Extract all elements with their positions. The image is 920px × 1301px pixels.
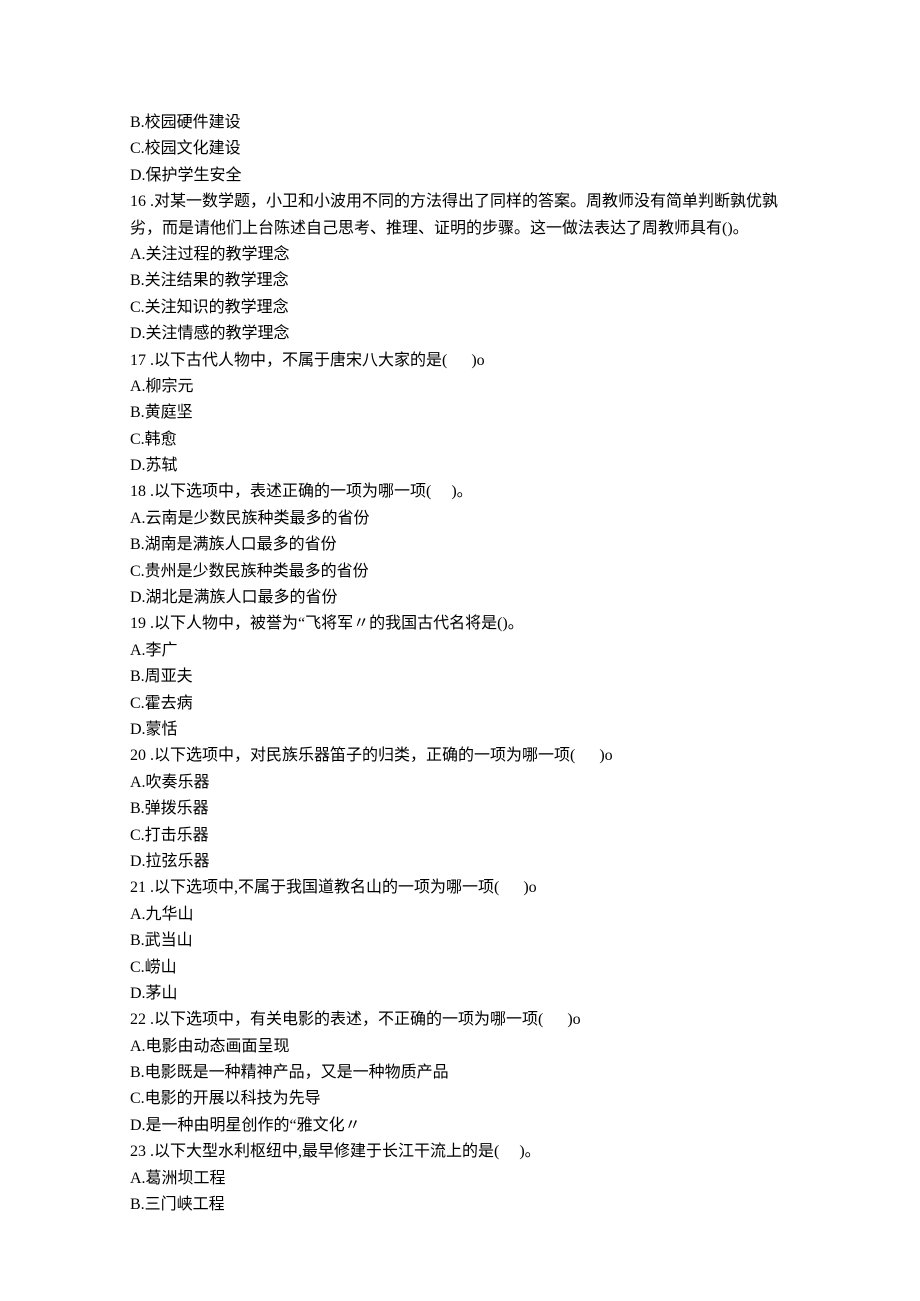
option-text: B.三门峡工程 — [130, 1192, 800, 1218]
option-text: D.苏轼 — [130, 453, 800, 479]
option-text: A.九华山 — [130, 902, 800, 928]
option-text: D.保护学生安全 — [130, 163, 800, 189]
option-text: B.电影既是一种精神产品，又是一种物质产品 — [130, 1060, 800, 1086]
question-stem: 16 .对某一数学题，小卫和小波用不同的方法得出了同样的答案。周教师没有简单判断… — [130, 189, 800, 242]
option-text: B.关注结果的教学理念 — [130, 268, 800, 294]
option-text: C.霍去病 — [130, 691, 800, 717]
question-stem: 18 .以下选项中，表述正确的一项为哪一项( )。 — [130, 479, 800, 505]
option-text: D.蒙恬 — [130, 717, 800, 743]
option-text: C.韩愈 — [130, 427, 800, 453]
option-text: A.柳宗元 — [130, 374, 800, 400]
option-text: B.校园硬件建设 — [130, 110, 800, 136]
option-text: C.校园文化建设 — [130, 136, 800, 162]
option-text: D.茅山 — [130, 981, 800, 1007]
question-stem: 21 .以下选项中,不属于我国道教名山的一项为哪一项( )o — [130, 875, 800, 901]
option-text: A.李广 — [130, 638, 800, 664]
question-stem: 20 .以下选项中，对民族乐器笛子的归类，正确的一项为哪一项( )o — [130, 743, 800, 769]
option-text: D.是一种由明星创作的“雅文化〃 — [130, 1113, 800, 1139]
option-text: C.电影的开展以科技为先导 — [130, 1086, 800, 1112]
option-text: B.周亚夫 — [130, 664, 800, 690]
option-text: B.湖南是满族人口最多的省份 — [130, 532, 800, 558]
option-text: B.黄庭坚 — [130, 400, 800, 426]
option-text: C.贵州是少数民族种类最多的省份 — [130, 559, 800, 585]
option-text: C.崂山 — [130, 955, 800, 981]
option-text: B.弹拨乐器 — [130, 796, 800, 822]
option-text: A.关注过程的教学理念 — [130, 242, 800, 268]
option-text: A.吹奏乐器 — [130, 770, 800, 796]
question-stem: 19 .以下人物中，被誉为“飞将军〃的我国古代名将是()。 — [130, 611, 800, 637]
option-text: A.云南是少数民族种类最多的省份 — [130, 506, 800, 532]
document-page: B.校园硬件建设 C.校园文化建设 D.保护学生安全 16 .对某一数学题，小卫… — [0, 0, 920, 1298]
option-text: C.关注知识的教学理念 — [130, 295, 800, 321]
option-text: C.打击乐器 — [130, 823, 800, 849]
option-text: D.湖北是满族人口最多的省份 — [130, 585, 800, 611]
question-stem: 17 .以下古代人物中，不属于唐宋八大家的是( )o — [130, 348, 800, 374]
option-text: A.电影由动态画面呈现 — [130, 1034, 800, 1060]
option-text: B.武当山 — [130, 928, 800, 954]
option-text: D.关注情感的教学理念 — [130, 321, 800, 347]
option-text: D.拉弦乐器 — [130, 849, 800, 875]
question-stem: 22 .以下选项中，有关电影的表述，不正确的一项为哪一项( )o — [130, 1007, 800, 1033]
option-text: A.葛洲坝工程 — [130, 1166, 800, 1192]
question-stem: 23 .以下大型水利枢纽中,最早修建于长江干流上的是( )。 — [130, 1139, 800, 1165]
